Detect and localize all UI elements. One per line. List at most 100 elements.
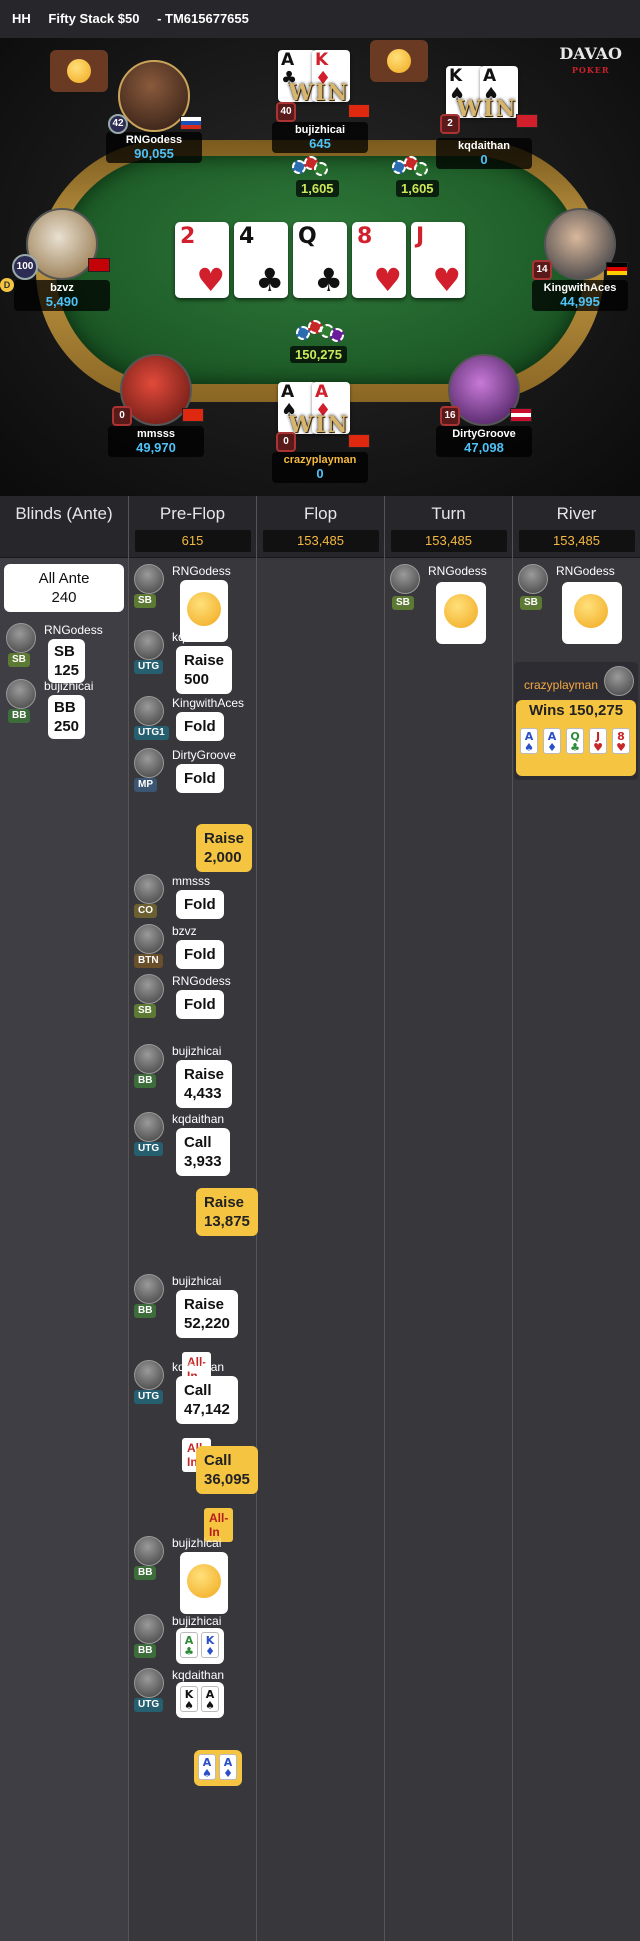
player-name: RNGodess (44, 623, 103, 637)
player-name: bujizhicai (172, 1614, 222, 1628)
position-badge: BB (134, 1644, 157, 1658)
player-name: bujizhicai (172, 1274, 222, 1288)
player-name: bujizhicai (172, 1536, 222, 1550)
winning-card: 8 ♥ (612, 728, 630, 754)
winning-card: Q ♣ (566, 728, 584, 754)
position-badge: BTN (134, 954, 163, 968)
player-name: DirtyGroove (172, 748, 237, 762)
position-badge: BB (8, 709, 31, 723)
winner-name: crazyplayman (524, 678, 599, 692)
chip-stack-icon (392, 156, 432, 180)
position-badge: UTG (134, 1390, 164, 1404)
winner-panel: crazyplayman Wins 150,275 A ♠ A ♦ Q ♣ J ♥ 8 ♥ (514, 662, 638, 780)
mini-card: A ♠ (198, 1754, 216, 1780)
flag-icon (348, 434, 370, 448)
action-bubble: Fold (176, 712, 224, 741)
position-badge: UTG (134, 1142, 164, 1156)
win-overlay: WIN (288, 80, 350, 106)
player-name: bujizhicai (172, 1044, 222, 1058)
player-name: RNGodess (172, 974, 231, 988)
player-name: RNGodess (428, 564, 487, 578)
seat-kingwithaces[interactable]: KingwithAces 44,995 14 (532, 208, 628, 311)
shown-cards: A ♣ K ♦ (176, 1628, 224, 1664)
poker-table-view: DAVAO POKER RNGodess 90,055 42 A ♣ K ♦ WIN b… (0, 38, 640, 496)
avatar (134, 1536, 164, 1566)
seat-nameplate: RNGodess 90,055 (106, 132, 202, 163)
flag-icon (180, 116, 202, 130)
action-bubble: SB 125 (48, 639, 86, 683)
action-bubble: Fold (176, 990, 224, 1019)
player-name: mmsss (172, 874, 210, 888)
level-badge: 42 (108, 114, 128, 134)
emoji-icon (187, 592, 221, 626)
street-headers: Blinds (Ante) Pre-Flop 615 Flop 153,485 Tu… (0, 496, 640, 558)
winning-card: J ♥ (589, 728, 607, 754)
action-bubble: Raise 2,000 (196, 824, 253, 872)
facepalm-emoji-icon (574, 594, 608, 628)
flag-icon (182, 408, 204, 422)
chat-emoji-bubble (370, 40, 428, 82)
winning-card: A ♠ (520, 728, 538, 754)
board-card: 4 ♣ (234, 222, 288, 298)
avatar (390, 564, 420, 594)
level-badge: 40 (276, 102, 296, 122)
position-badge: SB (520, 596, 542, 610)
position-badge: UTG (134, 660, 164, 674)
board-card: 8 ♥ (352, 222, 406, 298)
avatar (134, 696, 164, 726)
avatar (134, 630, 164, 660)
player-name: kqdaithan (172, 1360, 225, 1374)
avatar (134, 1360, 164, 1390)
column-divider (256, 558, 257, 1941)
action-bubble: Call 47,142 (176, 1376, 238, 1424)
position-badge: UTG (134, 1698, 164, 1712)
shown-cards: A ♠ A ♦ (194, 1750, 242, 1786)
position-badge: SB (134, 1004, 156, 1018)
emoji-icon (187, 1564, 221, 1598)
level-badge: 100 (12, 254, 38, 280)
mini-card: K ♠ (180, 1686, 198, 1712)
action-bubble: Call 3,933 (176, 1128, 230, 1176)
avatar (518, 564, 548, 594)
column-river: River 153,485 (512, 496, 640, 558)
flag-icon (606, 262, 628, 276)
emoji-bubble (436, 582, 486, 644)
level-badge: 0 (112, 406, 132, 426)
seat-mmsss[interactable]: mmsss 49,970 0 (108, 354, 204, 457)
action-bubble: Raise 500 (176, 646, 233, 694)
avatar (134, 1668, 164, 1698)
header-type: HH (12, 11, 31, 26)
seat-rngodess[interactable]: RNGodess 90,055 42 (106, 60, 202, 163)
seat-nameplate: kqdaithan 0 (436, 138, 532, 169)
player-name: kqdaithan (172, 630, 225, 644)
seat-bzvz[interactable]: bzvz 5,490 100 D (0, 208, 110, 311)
column-flop: Flop 153,485 (256, 496, 384, 558)
avatar (6, 679, 36, 709)
seat-nameplate: KingwithAces 44,995 (532, 280, 628, 311)
seat-kqdaithan[interactable]: K ♠ A ♠ WIN kqdaithan 0 2 (436, 66, 538, 169)
level-badge: 2 (440, 114, 460, 134)
position-badge: BB (134, 1304, 157, 1318)
seat-crazyplayman[interactable]: A ♠ A ♦ WIN crazyplayman 0 0 (272, 382, 370, 483)
avatar (134, 924, 164, 954)
pot-chips-icon (296, 320, 346, 344)
mini-card: K ♦ (201, 1632, 219, 1658)
emoji-icon (67, 59, 91, 83)
position-badge: SB (134, 594, 156, 608)
flag-icon (88, 258, 110, 272)
win-overlay: WIN (288, 412, 350, 438)
seat-bujizhicai[interactable]: A ♣ K ♦ WIN bujizhicai 645 40 (272, 50, 370, 153)
action-bubble: BB 250 (48, 695, 86, 739)
avatar (6, 623, 36, 653)
flag-icon (348, 104, 370, 118)
avatar (604, 666, 634, 696)
chip-stack-icon (292, 156, 332, 180)
action-bubble: Call 36,095 (196, 1446, 258, 1494)
bet-amount: 1,605 (296, 180, 339, 197)
mini-card: A ♦ (219, 1754, 237, 1780)
player-name: bzvz (172, 924, 197, 938)
seat-dirtygroove[interactable]: DirtyGroove 47,098 16 (436, 354, 532, 457)
ante-box: All Ante 240 (4, 564, 124, 612)
action-bubble: Fold (176, 940, 224, 969)
dealer-button: D (0, 278, 14, 292)
